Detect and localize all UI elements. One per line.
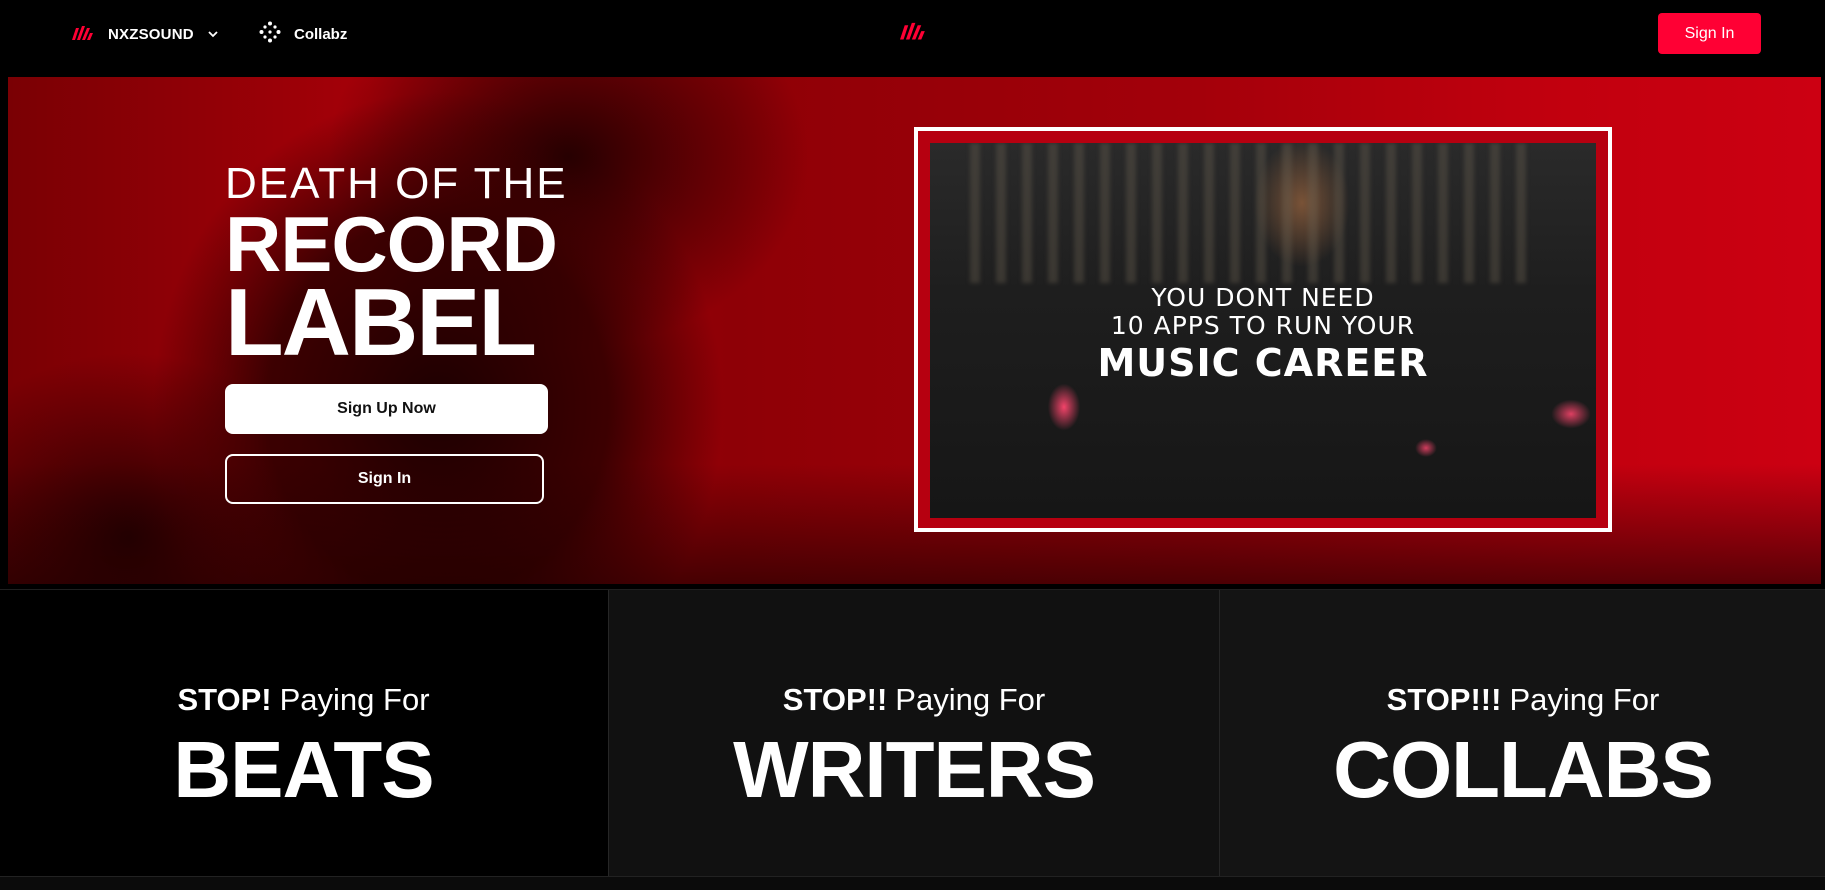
feature-panel-beats: STOP! Paying For BEATS — [0, 590, 607, 876]
stop-word: STOP!! — [782, 682, 888, 717]
feature-panel-writers: STOP!! Paying For WRITERS — [608, 590, 1219, 876]
stop-word: STOP! — [177, 682, 272, 717]
paying-for-text: Paying For — [279, 682, 430, 717]
brand-name: NXZSOUND — [108, 25, 194, 43]
video-caption-line-2: 10 APPS TO RUN YOUR — [1110, 311, 1416, 340]
promo-video-frame: YOU DONT NEED 10 APPS TO RUN YOUR MUSIC … — [914, 127, 1612, 532]
sign-up-now-button[interactable]: Sign Up Now — [225, 384, 548, 434]
paying-for-text: Paying For — [1509, 682, 1660, 717]
chevron-down-icon[interactable] — [208, 25, 218, 43]
stop-line: STOP!!! Paying For — [1387, 682, 1660, 718]
collabz-link[interactable]: Collabz — [259, 21, 348, 48]
feature-panel-collabs: STOP!!! Paying For COLLABS — [1219, 590, 1825, 876]
stop-word: STOP!!! — [1386, 682, 1502, 717]
stop-line: STOP! Paying For — [177, 682, 429, 718]
headline-line-3: LABEL — [225, 269, 537, 376]
top-navbar: NXZSOUND Collabz Sign In — [0, 0, 1825, 66]
collabz-label: Collabz — [294, 25, 348, 43]
hero-sign-in-button[interactable]: Sign In — [225, 454, 544, 504]
hero-headline: DEATH OF THE RECORD LABEL — [225, 160, 568, 376]
nxzsound-logo-icon — [72, 24, 94, 45]
feature-title: BEATS — [173, 725, 434, 814]
promo-video[interactable]: YOU DONT NEED 10 APPS TO RUN YOUR MUSIC … — [930, 143, 1596, 518]
video-caption-line-1: YOU DONT NEED — [1151, 283, 1375, 312]
video-background-bars — [970, 143, 1530, 283]
nxzsound-logo-icon[interactable] — [900, 20, 930, 44]
feature-title: WRITERS — [733, 725, 1096, 814]
stop-line: STOP!! Paying For — [783, 682, 1045, 718]
next-section-edge — [0, 876, 1825, 890]
brand-menu[interactable]: NXZSOUND — [72, 22, 218, 46]
video-caption-line-3: MUSIC CAREER — [1097, 341, 1429, 385]
header-sign-in-button[interactable]: Sign In — [1658, 13, 1761, 54]
hero-section: DEATH OF THE RECORD LABEL Sign Up Now Si… — [8, 77, 1821, 584]
feature-title: COLLABS — [1333, 725, 1714, 814]
paying-for-text: Paying For — [895, 682, 1046, 717]
collabz-dots-icon — [259, 21, 281, 48]
